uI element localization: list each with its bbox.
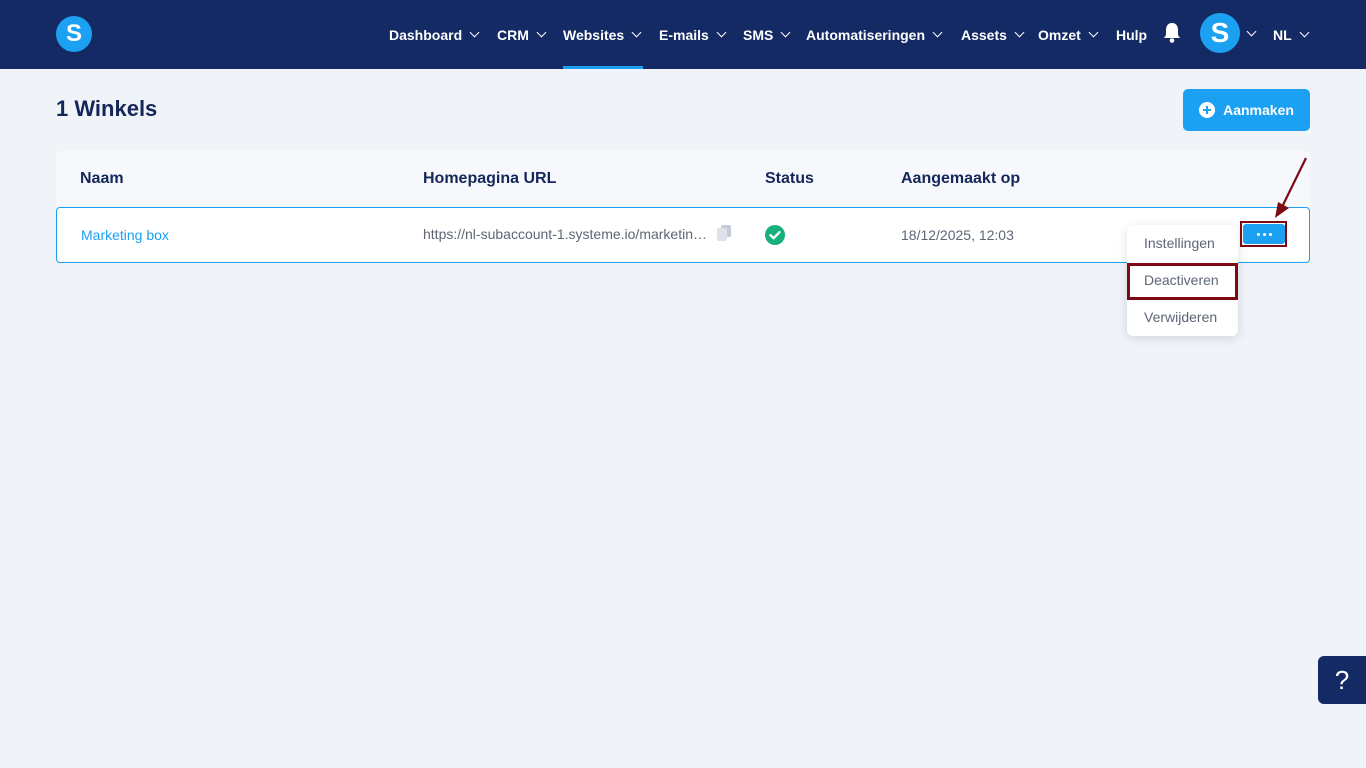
column-header-status: Status	[765, 170, 814, 187]
page-title: 1 Winkels	[56, 96, 158, 121]
deactivate-highlight-box	[1127, 263, 1238, 300]
nav-item-automatiseringen[interactable]: Automatiseringen	[806, 0, 943, 69]
bell-icon[interactable]	[1163, 22, 1181, 44]
chevron-down-icon	[1014, 27, 1025, 38]
nav-item-label: Hulp	[1116, 26, 1148, 43]
nav-item-dashboard[interactable]: Dashboard	[389, 0, 480, 69]
brand-logo[interactable]: S	[56, 16, 92, 52]
nav-item-emails[interactable]: E-mails	[659, 0, 727, 69]
chevron-down-icon	[1088, 27, 1099, 38]
create-button-label: Aanmaken	[1223, 102, 1294, 118]
nav-item-label: Assets	[961, 26, 1007, 43]
table-header	[56, 151, 1310, 207]
language-selector[interactable]: NL	[1273, 0, 1310, 69]
homepage-url: https://nl-subaccount-1.systeme.io/marke…	[423, 226, 708, 242]
avatar[interactable]: S	[1200, 13, 1240, 53]
chevron-down-icon	[932, 27, 943, 38]
nav-item-assets[interactable]: Assets	[961, 0, 1025, 69]
annotation-arrow-icon	[1275, 157, 1307, 218]
create-button[interactable]: Aanmaken	[1183, 89, 1310, 131]
nav-item-omzet[interactable]: Omzet	[1038, 0, 1099, 69]
nav-item-websites[interactable]: Websites	[563, 0, 643, 69]
store-name-link[interactable]: Marketing box	[81, 227, 169, 243]
more-button-highlight-box	[1240, 221, 1287, 247]
menu-item-delete[interactable]: Verwijderen	[1127, 299, 1238, 336]
language-label: NL	[1273, 26, 1292, 43]
nav-item-label: Omzet	[1038, 26, 1081, 43]
nav-item-hulp[interactable]: Hulp	[1116, 0, 1147, 69]
chevron-down-icon[interactable]	[1246, 26, 1257, 37]
nav-item-label: Dashboard	[389, 26, 463, 43]
help-button[interactable]: ?	[1318, 656, 1366, 704]
nav-item-sms[interactable]: SMS	[743, 0, 791, 69]
menu-item-settings[interactable]: Instellingen	[1127, 225, 1238, 262]
column-header-url: Homepagina URL	[423, 170, 557, 187]
column-header-created: Aangemaakt op	[901, 170, 1021, 187]
nav-item-label: Websites	[563, 26, 625, 43]
nav-item-label: Automatiseringen	[806, 26, 926, 43]
nav-item-crm[interactable]: CRM	[497, 0, 547, 69]
created-date: 18/12/2025, 12:03	[901, 227, 1014, 243]
nav-item-label: SMS	[743, 26, 774, 43]
chevron-down-icon	[469, 27, 480, 38]
copy-icon[interactable]	[717, 225, 731, 241]
chevron-down-icon	[631, 27, 642, 38]
chevron-down-icon	[716, 27, 727, 38]
nav-item-label: CRM	[497, 26, 529, 43]
nav-item-label: E-mails	[659, 26, 709, 43]
chevron-down-icon	[780, 27, 791, 38]
top-navigation: S Dashboard CRM Websites E-mails SMS Aut…	[0, 0, 1366, 69]
chevron-down-icon	[536, 27, 547, 38]
check-circle-icon	[765, 225, 785, 245]
chevron-down-icon	[1299, 27, 1310, 38]
column-header-name: Naam	[80, 170, 124, 187]
plus-circle-icon	[1199, 102, 1216, 118]
